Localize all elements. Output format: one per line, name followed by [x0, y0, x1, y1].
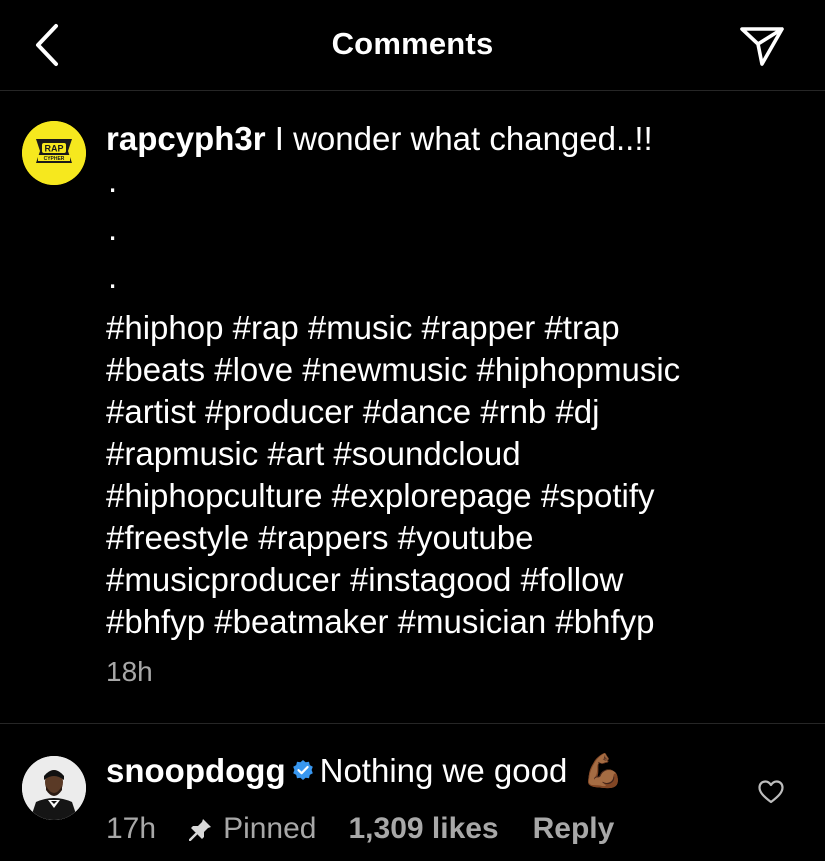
caption-username[interactable]: rapcyph3r [106, 120, 266, 157]
caption-dot: . [108, 162, 118, 199]
caption-timestamp: 18h [106, 656, 153, 687]
hashtag-line[interactable]: #rapmusic #art #soundcloud [106, 433, 806, 475]
caption-divider [0, 723, 825, 724]
comment-timestamp: 17h [106, 812, 157, 845]
comment-body: snoopdogg Nothing we good 💪🏾 [106, 752, 624, 791]
likes-count[interactable]: 1,309 likes [348, 812, 498, 846]
heart-outline-icon[interactable] [757, 778, 785, 806]
flexed-biceps-emoji: 💪🏾 [582, 752, 624, 789]
caption-first-line: rapcyph3r I wonder what changed..!! [106, 118, 806, 160]
hashtag-line[interactable]: #hiphop #rap #music #rapper #trap [106, 307, 806, 349]
pin-icon [189, 819, 212, 841]
page-title: Comments [331, 26, 494, 61]
comment-username[interactable]: snoopdogg [106, 752, 286, 789]
svg-text:CYPHER: CYPHER [44, 156, 65, 162]
hashtag-block: #hiphop #rap #music #rapper #trap #beats… [106, 307, 806, 643]
caption-text: I wonder what changed..!! [274, 120, 653, 157]
reply-button[interactable]: Reply [533, 812, 615, 846]
svg-text:RAP: RAP [44, 144, 63, 154]
caption: rapcyph3r I wonder what changed..!! . . … [106, 118, 806, 643]
comment-meta: 17h Pinned 1,309 likes Reply [106, 812, 614, 846]
comment-text: Nothing we good [319, 752, 568, 789]
pinned-label: Pinned [223, 812, 317, 845]
hashtag-line[interactable]: #hiphopculture #explorepage #spotify [106, 475, 806, 517]
comment-avatar[interactable] [22, 756, 86, 820]
header: Comments [0, 0, 825, 90]
avatar[interactable]: RAP CYPHER [22, 121, 86, 185]
send-icon[interactable] [738, 22, 786, 68]
pinned-indicator: Pinned [189, 812, 316, 846]
rap-cypher-logo: RAP CYPHER [22, 121, 86, 185]
verified-badge-icon [292, 760, 313, 781]
hashtag-line[interactable]: #beats #love #newmusic #hiphopmusic [106, 349, 806, 391]
hashtag-line[interactable]: #musicproducer #instagood #follow [106, 559, 806, 601]
profile-photo [22, 756, 86, 820]
caption-dot: . [108, 258, 118, 295]
hashtag-line[interactable]: #freestyle #rappers #youtube [106, 517, 806, 559]
header-divider [0, 90, 825, 91]
hashtag-line[interactable]: #artist #producer #dance #rnb #dj [106, 391, 806, 433]
caption-dot: . [108, 210, 118, 247]
hashtag-line[interactable]: #bhfyp #beatmaker #musician #bhfyp [106, 601, 806, 643]
